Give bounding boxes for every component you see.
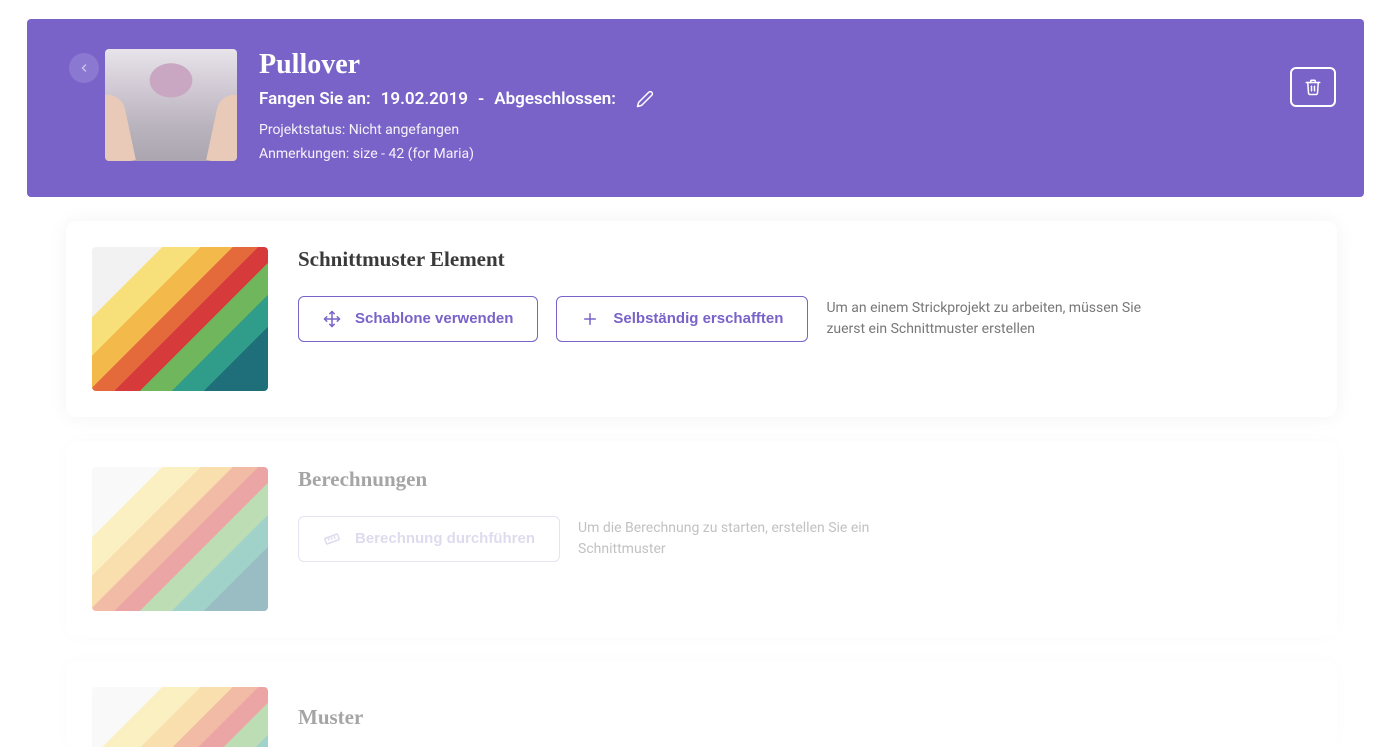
pattern-hint: Um an einem Strickprojekt zu arbeiten, m… bbox=[826, 298, 1156, 340]
banner-text: Pullover Fangen Sie an: 19.02.2019 - Abg… bbox=[259, 49, 1334, 167]
notes-label: Anmerkungen: bbox=[259, 146, 349, 162]
project-title: Pullover bbox=[259, 49, 1334, 81]
create-own-button[interactable]: Selbständig erschafften bbox=[556, 296, 808, 342]
muster-card: Muster bbox=[66, 661, 1337, 747]
plus-icon bbox=[581, 310, 599, 328]
use-template-label: Schablone verwenden bbox=[355, 310, 513, 327]
project-notes-row: Anmerkungen: size - 42 (for Maria) bbox=[259, 143, 1334, 167]
start-label: Fangen Sie an: bbox=[259, 89, 371, 109]
trash-icon bbox=[1304, 78, 1322, 96]
notes-value: size - 42 (for Maria) bbox=[353, 146, 474, 162]
use-template-button[interactable]: Schablone verwenden bbox=[298, 296, 538, 342]
ruler-icon bbox=[323, 530, 341, 548]
status-value: Nicht angefangen bbox=[349, 122, 459, 138]
date-separator: - bbox=[478, 89, 484, 109]
project-dates-row: Fangen Sie an: 19.02.2019 - Abgeschlosse… bbox=[259, 89, 1334, 109]
pattern-card-title: Schnittmuster Element bbox=[298, 247, 1311, 272]
calculations-card-title: Berechnungen bbox=[298, 467, 1311, 492]
swatch-image bbox=[92, 687, 268, 747]
swatch-image bbox=[92, 247, 268, 391]
muster-card-title: Muster bbox=[298, 705, 1311, 730]
delete-button[interactable] bbox=[1290, 67, 1336, 107]
chevron-left-icon bbox=[78, 62, 90, 74]
pencil-icon bbox=[636, 90, 654, 108]
back-button[interactable] bbox=[69, 53, 99, 83]
project-banner: Pullover Fangen Sie an: 19.02.2019 - Abg… bbox=[27, 19, 1364, 197]
project-status-row: Projektstatus: Nicht angefangen bbox=[259, 119, 1334, 143]
create-own-label: Selbständig erschafften bbox=[613, 310, 783, 327]
start-date: 19.02.2019 bbox=[381, 89, 468, 109]
project-thumbnail bbox=[105, 49, 237, 161]
swatch-image bbox=[92, 467, 268, 611]
pattern-element-card: Schnittmuster Element Schablone verwende… bbox=[66, 221, 1337, 417]
run-calculation-label: Berechnung durchführen bbox=[355, 530, 535, 547]
move-icon bbox=[323, 310, 341, 328]
status-label: Projektstatus: bbox=[259, 122, 345, 138]
run-calculation-button: Berechnung durchführen bbox=[298, 516, 560, 562]
calculations-hint: Um die Berechnung zu starten, erstellen … bbox=[578, 518, 908, 560]
end-label: Abgeschlossen: bbox=[494, 89, 616, 109]
calculations-card: Berechnungen Berechnung durchführen Um d… bbox=[66, 441, 1337, 637]
edit-dates-button[interactable] bbox=[636, 90, 654, 108]
